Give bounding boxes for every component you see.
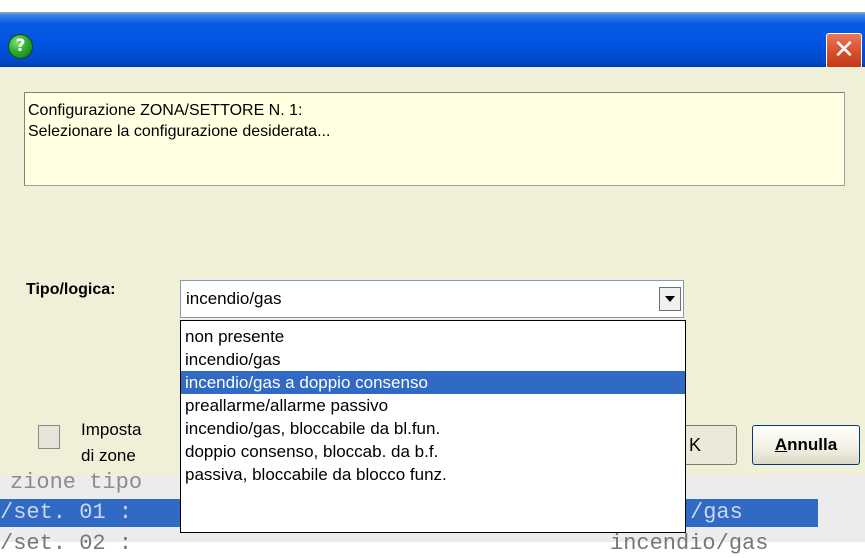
tipo-logica-label: Tipo/logica: bbox=[26, 281, 116, 298]
tipo-logica-combobox[interactable]: incendio/gas bbox=[180, 280, 684, 318]
imposta-label-line-1: Imposta bbox=[81, 420, 142, 439]
help-icon: ? bbox=[8, 34, 33, 59]
dropdown-option[interactable]: preallarme/allarme passivo bbox=[181, 394, 685, 417]
tipo-logica-dropdown-list[interactable]: non presente incendio/gas incendio/gas a… bbox=[180, 320, 686, 533]
dialog-titlebar[interactable]: ? ✕ bbox=[0, 14, 865, 69]
message-line-1: Configurazione ZONA/SETTORE N. 1: bbox=[28, 102, 303, 119]
annulla-mnemonic: A bbox=[774, 435, 788, 454]
console-row-value: incendio/gas bbox=[610, 531, 769, 556]
message-box: Configurazione ZONA/SETTORE N. 1: Selezi… bbox=[24, 92, 845, 186]
close-button[interactable]: ✕ bbox=[826, 33, 862, 69]
dropdown-option[interactable]: incendio/gas bbox=[181, 348, 685, 371]
console-row: zione tipo bbox=[10, 470, 143, 495]
dropdown-option[interactable]: non presente bbox=[181, 325, 685, 348]
dropdown-option[interactable]: incendio/gas, bloccabile da bl.fun. bbox=[181, 417, 685, 440]
parent-window-top bbox=[0, 0, 865, 14]
console-row: /set. 02 : bbox=[0, 531, 133, 556]
combobox-value: incendio/gas bbox=[186, 289, 282, 308]
dropdown-option-highlighted[interactable]: incendio/gas a doppio consenso bbox=[181, 371, 685, 394]
imposta-checkbox[interactable] bbox=[38, 425, 60, 449]
dropdown-option[interactable]: doppio consenso, bloccab. da b.f. bbox=[181, 440, 685, 463]
message-line-2: Selezionare la configurazione desiderata… bbox=[28, 123, 331, 140]
ok-button[interactable]: K bbox=[686, 425, 737, 465]
console-row-selected-value: /gas bbox=[690, 500, 743, 525]
imposta-label: Imposta di zone bbox=[81, 417, 141, 469]
annulla-label-rest: nnulla bbox=[787, 435, 838, 454]
annulla-button[interactable]: Annulla bbox=[752, 425, 860, 465]
chevron-down-icon[interactable] bbox=[659, 287, 681, 311]
imposta-label-line-2: di zone bbox=[81, 446, 136, 465]
dropdown-option[interactable]: passiva, bloccabile da blocco funz. bbox=[181, 463, 685, 486]
